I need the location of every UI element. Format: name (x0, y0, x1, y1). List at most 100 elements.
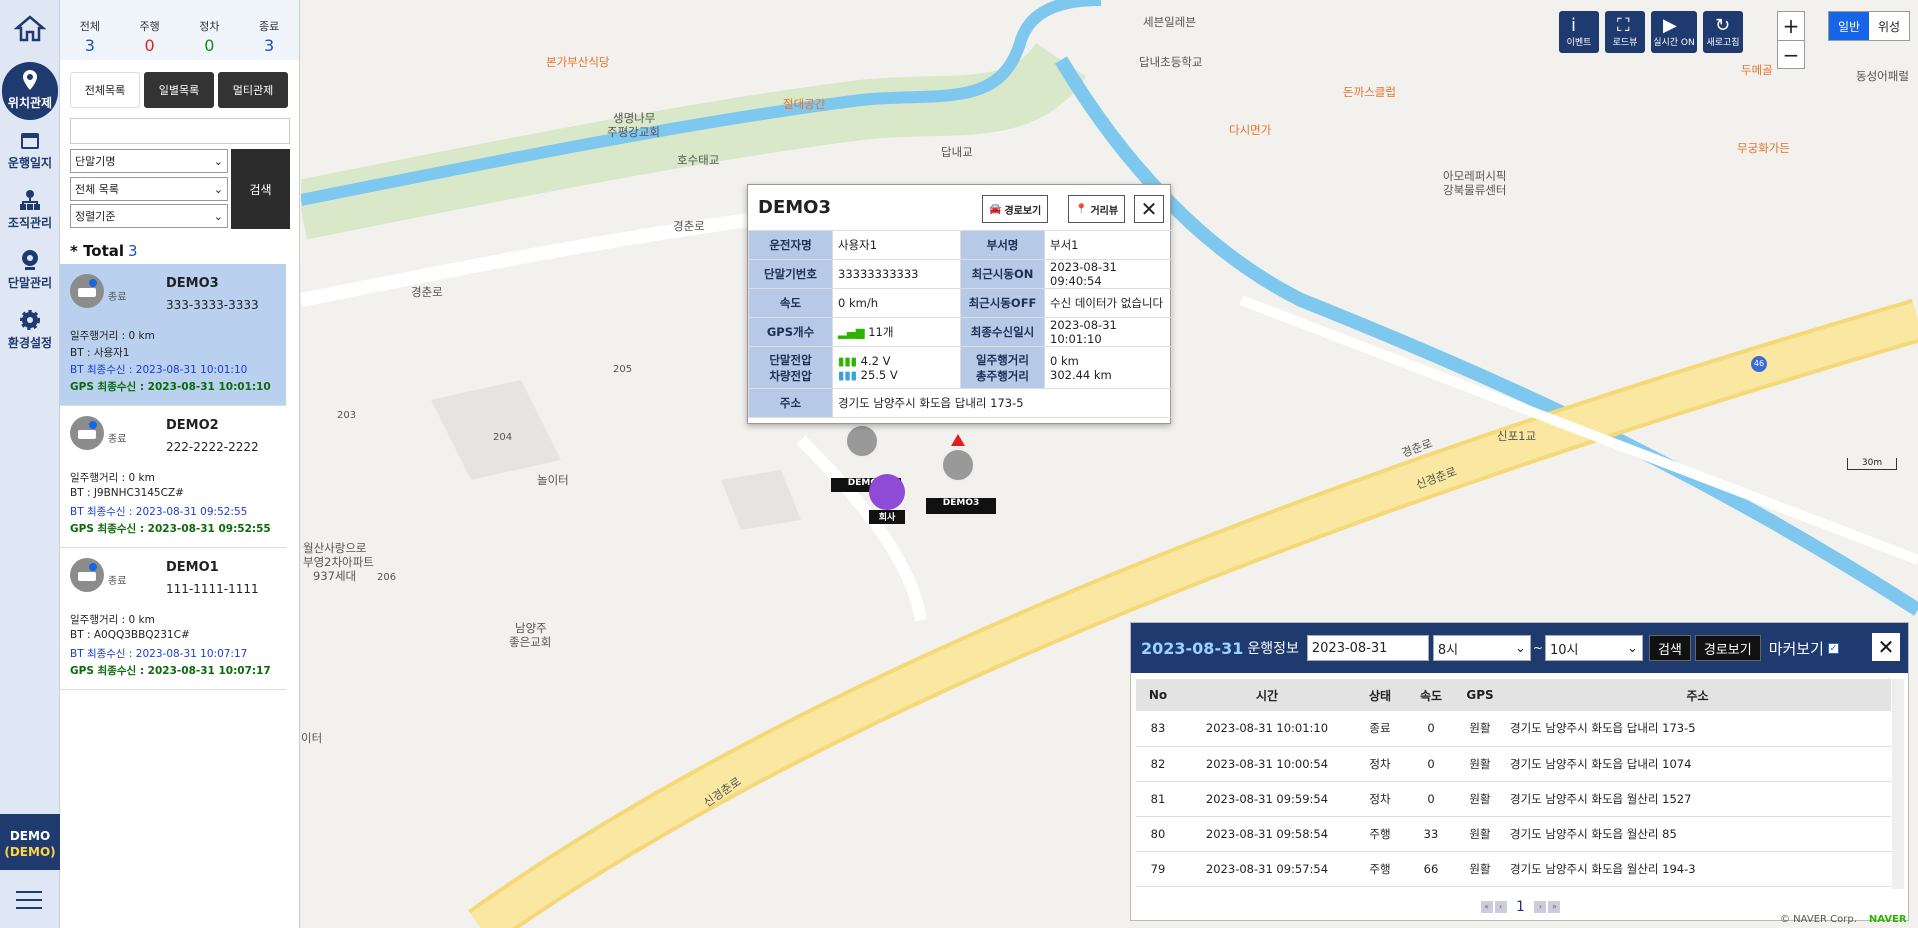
prev-page-icon[interactable]: ‹ (1494, 901, 1507, 913)
event-button[interactable]: i 이벤트 (1559, 11, 1599, 53)
home-icon[interactable] (14, 14, 46, 42)
ops-close-button[interactable]: ✕ (1872, 633, 1900, 661)
count-stopped[interactable]: 정차 0 (180, 0, 240, 60)
count-driving[interactable]: 주행 0 (120, 0, 180, 60)
count-ended[interactable]: 종료 3 (239, 0, 299, 60)
vehicle-list: 종료 DEMO3 333-3333-3333 일주행거리 : 0 km BT :… (60, 264, 286, 690)
search-field-value: 단말기명 (75, 155, 116, 168)
vehicle-avatar (70, 558, 104, 592)
marker-checkbox[interactable]: ✓ (1827, 642, 1839, 654)
date-input[interactable]: 2023-08-31 (1306, 635, 1429, 661)
column-header: 상태 (1354, 679, 1406, 711)
vehicle-card[interactable]: 종료 DEMO3 333-3333-3333 일주행거리 : 0 km BT :… (60, 264, 286, 406)
tab-all-list[interactable]: 전체목록 (70, 72, 140, 108)
distance-values: 0 km 302.44 km (1044, 346, 1172, 389)
table-row[interactable]: 83 2023-08-31 10:01:10 종료 0 원활 경기도 남양주시 화도읍 답… (1136, 711, 1891, 747)
current-page[interactable]: 1 (1516, 899, 1525, 915)
hamburger-menu-icon[interactable] (16, 890, 42, 910)
account-badge[interactable]: DEMO (DEMO) (0, 814, 60, 870)
map-poi: 동성어패럴 (1856, 69, 1909, 83)
count-driving-value: 0 (144, 36, 155, 55)
popup-close-button[interactable]: ✕ (1134, 195, 1164, 223)
count-all[interactable]: 전체 3 (60, 0, 120, 60)
map-poi: 강북물류센터 (1443, 183, 1507, 197)
total-label: * Total (70, 242, 125, 260)
cell-address: 경기도 남양주시 화도읍 월산리 194-3 (1504, 851, 1891, 887)
address-value: 경기도 남양주시 화도읍 답내리 173-5 (832, 388, 1172, 418)
voltage-values: ▮▮▮ 4.2 V ▮▮▮ 25.5 V (832, 346, 961, 389)
vehicle-name: DEMO3 (166, 276, 219, 291)
nav-location[interactable]: 위치관제 (2, 62, 58, 120)
company-marker[interactable] (869, 474, 905, 510)
route-view-button[interactable]: 🚘 경로보기 (982, 195, 1049, 223)
vehicle-avatar (70, 416, 104, 450)
list-scope-select[interactable]: 전체 목록 ⌄ (70, 177, 228, 201)
ops-scrollbar[interactable] (1892, 679, 1904, 889)
nav-settings[interactable]: 환경설정 (0, 302, 60, 360)
map-type-normal[interactable]: 일반 (1829, 12, 1869, 40)
table-row[interactable]: 80 2023-08-31 09:58:54 주행 33 원활 경기도 남양주시 화도읍 … (1136, 816, 1891, 852)
map-scale: 30m (1847, 458, 1897, 470)
realtime-button[interactable]: ▶ 실시간 ON (1651, 11, 1697, 53)
zoom-out-button[interactable]: − (1778, 40, 1804, 69)
tab-daily-list[interactable]: 일별목록 (144, 72, 214, 108)
start-hour-select[interactable]: 8시 ⌄ (1432, 635, 1531, 661)
roadview-label: 로드뷰 (1612, 38, 1638, 48)
ops-route-button[interactable]: 경로보기 (1694, 635, 1761, 661)
nav-device[interactable]: 단말관리 (0, 242, 60, 300)
first-page-icon[interactable]: « (1480, 901, 1493, 913)
roadview-button[interactable]: ⛶ 로드뷰 (1605, 11, 1645, 53)
table-row[interactable]: 81 2023-08-31 09:59:54 정차 0 원활 경기도 남양주시 화도읍 월… (1136, 781, 1891, 817)
refresh-label: 새로고침 (1706, 38, 1740, 48)
map-poi: 경춘로 (411, 285, 443, 299)
vehicle-card[interactable]: 종료 DEMO1 111-1111-1111 일주행거리 : 0 km BT :… (60, 548, 286, 690)
operation-header: 2023-08-31 운행정보 2023-08-31 8시 ⌄ ~ 10시 ⌄ 검색… (1131, 623, 1908, 673)
vehicle-marker-demo1[interactable] (845, 424, 879, 458)
search-field-select[interactable]: 단말기명 ⌄ (70, 149, 228, 173)
battery-icon: ▮▮▮ (838, 353, 861, 368)
map-poi: 203 (337, 410, 357, 421)
street-view-button[interactable]: 📍 거리뷰 (1068, 195, 1126, 223)
table-row[interactable]: 79 2023-08-31 09:57:54 주행 66 원활 경기도 남양주시 화도읍 … (1136, 851, 1891, 887)
car-icon (78, 563, 97, 581)
marker-toggle-label: 마커보기 (1768, 639, 1824, 658)
count-ended-value: 3 (264, 36, 275, 55)
daily-distance: 0 km (1050, 353, 1079, 368)
last-page-icon[interactable]: » (1548, 901, 1561, 913)
map-poi: 주평강교회 (607, 125, 660, 139)
sort-value: 정렬기준 (75, 210, 116, 223)
end-hour-select[interactable]: 10시 ⌄ (1544, 635, 1643, 661)
info-value: 2023-08-31 09:40:54 (1044, 259, 1172, 289)
refresh-button[interactable]: ↻ 새로고침 (1703, 11, 1743, 53)
search-button[interactable]: 검색 (231, 149, 290, 229)
search-input[interactable] (70, 118, 290, 144)
voltage-headers: 단말전압 차량전압 (748, 346, 833, 389)
info-value: 사용자1 (832, 230, 961, 260)
vehicle-marker-demo3[interactable] (941, 448, 975, 482)
info-icon: i (1571, 15, 1577, 36)
range-tilde: ~ (1532, 641, 1543, 655)
nav-org[interactable]: 조직관리 (0, 182, 60, 240)
map-copyright: © NAVER Corp. NAVER (1780, 914, 1907, 925)
vehicle-daily-distance: 일주행거리 : 0 km (70, 330, 155, 342)
info-row: 주소 경기도 남양주시 화도읍 답내리 173-5 (748, 388, 1172, 418)
calendar-icon (21, 133, 39, 149)
info-header: 속도 (748, 288, 833, 318)
map-poi: 놀이터 (537, 473, 569, 487)
sort-select[interactable]: 정렬기준 ⌄ (70, 204, 228, 228)
next-page-icon[interactable]: › (1534, 901, 1547, 913)
operation-title: 운행정보 (1247, 641, 1299, 657)
map-type-satellite[interactable]: 위성 (1869, 12, 1909, 40)
vehicle-status: 종료 (108, 292, 127, 303)
vehicle-card[interactable]: 종료 DEMO2 222-2222-2222 일주행거리 : 0 km BT :… (60, 406, 286, 548)
heading-arrow-icon (951, 434, 965, 446)
zoom-in-button[interactable]: + (1778, 12, 1804, 40)
table-row[interactable]: 82 2023-08-31 10:00:54 정차 0 원활 경기도 남양주시 화도읍 답… (1136, 746, 1891, 782)
nav-driving-log[interactable]: 운행일지 (0, 122, 60, 180)
device-voltage: 4.2 V (860, 353, 891, 368)
tab-multi-control[interactable]: 멀티관제 (218, 72, 288, 108)
cell-address: 경기도 남양주시 화도읍 답내리 173-5 (1504, 711, 1891, 747)
ops-search-button[interactable]: 검색 (1648, 635, 1691, 661)
cell-speed: 0 (1406, 711, 1456, 747)
cell-no: 81 (1136, 781, 1180, 817)
